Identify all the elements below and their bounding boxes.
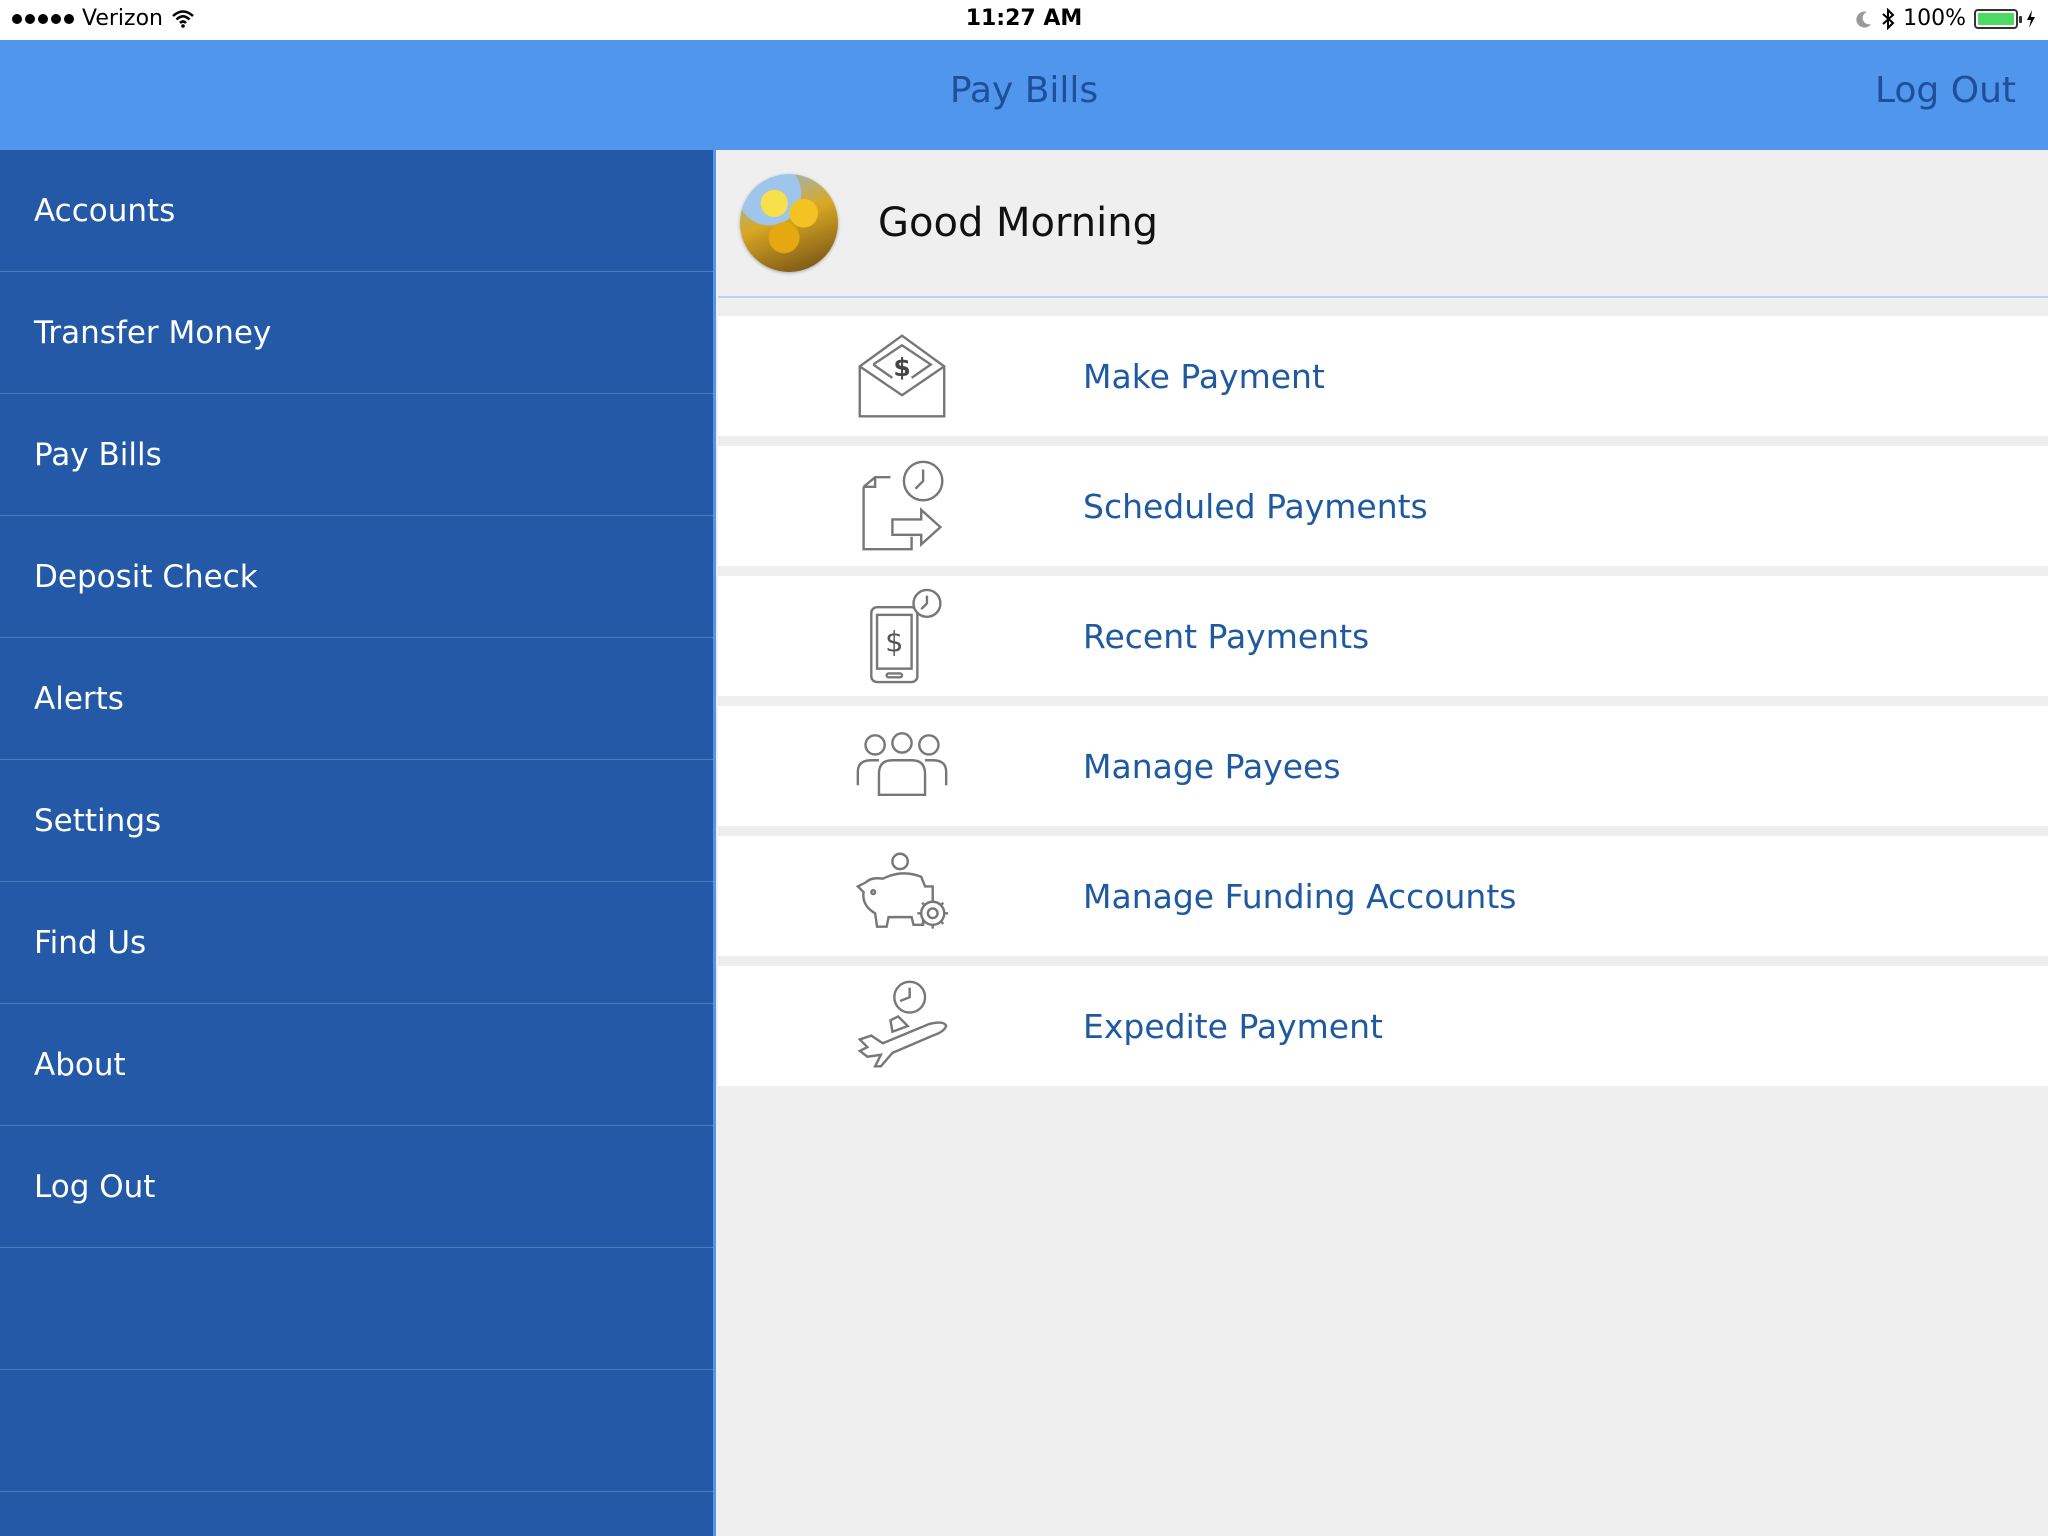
bluetooth-icon (1882, 7, 1895, 30)
sidebar-item-about[interactable]: About (0, 1004, 713, 1126)
charging-bolt-icon (2027, 9, 2035, 28)
status-bar: Verizon 11:27 AM 100% (0, 0, 2048, 40)
sidebar-item-alerts[interactable]: Alerts (0, 638, 713, 760)
menu-label: Expedite Payment (1083, 1006, 1383, 1046)
page-title: Pay Bills (949, 70, 1099, 111)
people-group-icon (852, 716, 952, 816)
menu-label: Make Payment (1083, 356, 1325, 396)
greeting-text: Good Morning (878, 200, 1158, 246)
status-time: 11:27 AM (965, 6, 1083, 31)
menu-label: Recent Payments (1083, 616, 1370, 656)
svg-text:$: $ (893, 353, 910, 382)
status-left: Verizon (12, 6, 195, 31)
wifi-icon (172, 9, 194, 28)
airplane-clock-icon (852, 976, 952, 1076)
greeting-banner: Good Morning (718, 150, 2048, 298)
pay-bills-menu: $ Make Payment Scheduled Payments $ Rece… (718, 316, 2048, 1086)
sidebar-empty-row (0, 1370, 713, 1492)
sidebar-item-log-out[interactable]: Log Out (0, 1126, 713, 1248)
menu-item-scheduled-payments[interactable]: Scheduled Payments (718, 446, 2048, 566)
sidebar-item-settings[interactable]: Settings (0, 760, 713, 882)
battery-percent: 100% (1903, 6, 1966, 31)
menu-item-manage-payees[interactable]: Manage Payees (718, 706, 2048, 826)
piggy-bank-gear-icon (852, 846, 952, 946)
sidebar-item-accounts[interactable]: Accounts (0, 150, 713, 272)
battery-fill (1978, 12, 2014, 25)
status-right: 100% (1855, 6, 2036, 31)
sidebar-empty-row (0, 1248, 713, 1370)
battery-icon (1974, 8, 2022, 29)
svg-text:$: $ (885, 624, 903, 658)
envelope-dollar-icon: $ (852, 326, 952, 426)
sidebar: Accounts Transfer Money Pay Bills Deposi… (0, 150, 716, 1536)
nav-header: Pay Bills Log Out (0, 40, 2048, 150)
sidebar-item-pay-bills[interactable]: Pay Bills (0, 394, 713, 516)
menu-label: Manage Funding Accounts (1083, 876, 1517, 916)
avatar[interactable] (740, 174, 838, 272)
sidebar-item-find-us[interactable]: Find Us (0, 882, 713, 1004)
phone-dollar-clock-icon: $ (852, 586, 952, 686)
menu-item-expedite-payment[interactable]: Expedite Payment (718, 966, 2048, 1086)
signal-strength-icon (12, 13, 74, 24)
document-clock-arrow-icon (852, 456, 952, 556)
menu-label: Scheduled Payments (1083, 486, 1428, 526)
menu-label: Manage Payees (1083, 746, 1341, 786)
header-logout-button[interactable]: Log Out (1875, 70, 2016, 111)
menu-item-recent-payments[interactable]: $ Recent Payments (718, 576, 2048, 696)
sidebar-item-deposit-check[interactable]: Deposit Check (0, 516, 713, 638)
sidebar-item-transfer-money[interactable]: Transfer Money (0, 272, 713, 394)
moon-icon (1856, 11, 1872, 28)
menu-item-make-payment[interactable]: $ Make Payment (718, 316, 2048, 436)
carrier-name: Verizon (82, 6, 163, 31)
menu-item-manage-funding-accounts[interactable]: Manage Funding Accounts (718, 836, 2048, 956)
main-content: Good Morning $ Make Payment Scheduled Pa… (718, 150, 2048, 1536)
